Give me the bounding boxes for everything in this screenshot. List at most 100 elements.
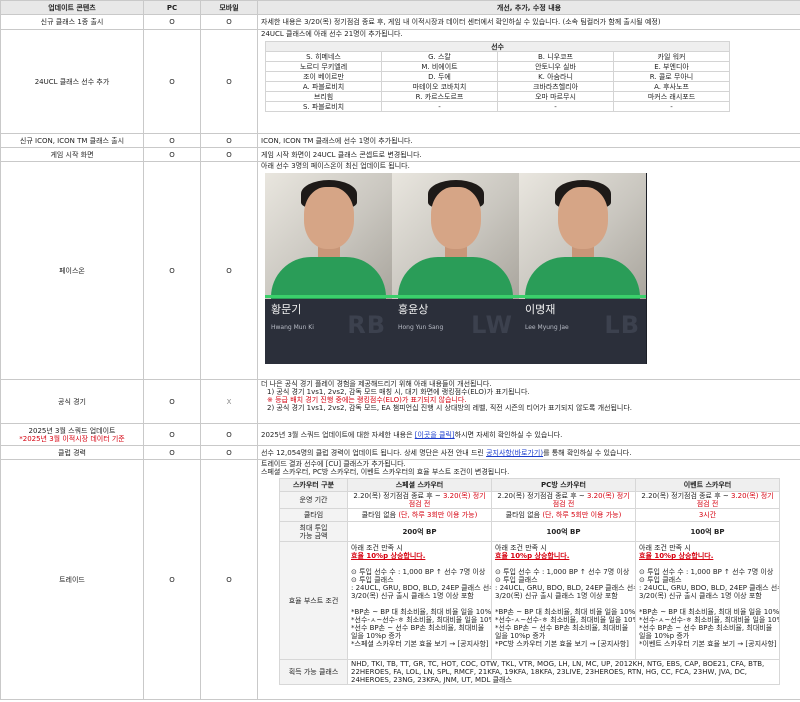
class-label: 획득 가능 클래스: [279, 659, 348, 685]
header-mobile: 모바일: [200, 0, 258, 15]
desc-text: 게임 시작 화면이 24UCL 클래스 콘셉트로 변경됩니다.: [261, 150, 422, 159]
boost-line: 3/20(목) 신규 출시 클래스 1명 이상 포함: [639, 592, 762, 600]
player-cell: A. 후사노프: [612, 81, 731, 92]
boost-line: [639, 560, 776, 568]
player-cell: G. 스칼: [381, 51, 498, 62]
row-start-screen: 게임 시작 화면 O O 게임 시작 화면이 24UCL 클래스 콘셉트로 변경…: [0, 147, 800, 162]
desc-note: ※ 등급 배치 경기 진행 중에는 랭킹점수(ELO)가 표기되지 않습니다.: [267, 396, 467, 404]
period-cell: 2.20(목) 정기점검 종료 후 ~ 3.20(목) 정기점검 전: [347, 491, 492, 509]
squad-link[interactable]: [이곳을 클릭]: [415, 431, 455, 439]
desc-line: 1) 공식 경기 1vs1, 2vs2, 감독 모드 매칭 시, 대기 화면에 …: [267, 388, 530, 396]
scouter-table: 스카우터 구분 스페셜 스카우터 PC방 스카우터 이벤트 스카우터 운영 기간…: [279, 478, 780, 685]
row-desc: 2025년 3월 스쿼드 업데이트에 대한 자세한 내용은 [이곳을 클릭]하시…: [257, 423, 800, 446]
boost-notice-link[interactable]: *이벤트 스카우터 기본 효율 보기 → [공지사항]: [639, 640, 777, 648]
boost-line: : 24UCL, GRU, BDO, BLD, 24EP 클래스 선수,: [495, 584, 636, 592]
update-notes-table: 업데이트 콘텐츠 PC 모바일 개선, 추가, 수정 내용 신규 클래스 1종 …: [0, 0, 800, 700]
row-title: 게임 시작 화면: [0, 147, 144, 162]
player-cell: S. 히메네스: [265, 51, 382, 62]
period-cell: 2.20(목) 정기점검 종료 후 ~ 3.20(목) 정기점검 전: [491, 491, 636, 509]
boost-line: ⊙ 투입 클래스: [639, 576, 682, 584]
mobile-mark: O: [200, 459, 258, 700]
boost-line: *선수-ㅅ~선수-ㅎ 최소비율, 최대비율 일을 10%p 증가: [639, 616, 779, 624]
player-card: 홍윤상 Hong Yun Sang LW: [392, 173, 519, 364]
header-pc: PC: [143, 0, 201, 15]
header-content: 업데이트 콘텐츠: [0, 0, 144, 15]
scouter-special-header: 스페셜 스카우터: [347, 478, 492, 492]
mobile-mark: O: [200, 161, 258, 380]
boost-line: 3/20(목) 신규 출시 클래스 1명 이상 포함: [495, 592, 618, 600]
desc-text: 아래 선수 3명의 페이스온이 최신 업데이트 됩니다.: [261, 162, 410, 171]
boost-line: [351, 560, 488, 568]
class-list: NHD, TKI, TB, TT, GR, TC, HOT, COC, OTW,…: [347, 659, 780, 685]
player-cell: A. 파블로비치: [265, 81, 382, 92]
row-desc: 24UCL 클래스에 아래 선수 21명이 추가됩니다. 선수 S. 히메네스 G…: [257, 29, 800, 134]
scouter-pc-header: PC방 스카우터: [491, 478, 636, 492]
boost-line: *선수-ㅅ~선수-ㅎ 최소비율, 최대비율 일을 10%p 증가: [495, 616, 635, 624]
mobile-mark: O: [200, 29, 258, 134]
boost-notice-link[interactable]: *PC방 스카우터 기본 효율 보기 → [공지사항]: [495, 640, 632, 648]
player-cell: R. 카르스도르프: [381, 91, 498, 102]
boost-line: 3/20(목) 신규 출시 클래스 1명 이상 포함: [351, 592, 474, 600]
player-row: 조이 베이르만 D. 두에 K. 아숨라니 R. 콜로 무아니: [265, 71, 731, 82]
scouter-event-header: 이벤트 스카우터: [635, 478, 780, 492]
boost-line: [495, 560, 632, 568]
player-card: 이명재 Lee Myung Jae LB: [519, 173, 646, 364]
boost-cell: 아래 조건 만족 시 효율 10%p 상승합니다. ⊙ 투입 선수 수 : 1,00…: [347, 541, 492, 660]
boost-line: *BP손 ~ BP 대 최소비율, 최대 비율 일을 10%p 증가: [351, 608, 492, 616]
boost-line: 효율 10%p 상승합니다.: [495, 552, 570, 560]
boost-line: 아래 조건 만족 시: [639, 544, 691, 552]
boost-notice-link[interactable]: *스페셜 스카우터 기본 효율 보기 → [공지사항]: [351, 640, 489, 648]
boost-cell: 아래 조건 만족 시 효율 10%p 상승합니다. ⊙ 투입 선수 수 : 1,00…: [635, 541, 780, 660]
desc-text: 24UCL 클래스에 아래 선수 21명이 추가됩니다.: [261, 30, 403, 39]
desc-text: 하시면 자세히 확인하실 수 있습니다.: [454, 430, 563, 439]
scouter-col-header: 스카우터 구분: [279, 478, 348, 492]
player-cell: B. 니우코프: [497, 51, 614, 62]
max-amount-label: 최대 투입 가능 금액: [279, 521, 348, 542]
player-row: S. 파블로비치 - - -: [265, 101, 731, 112]
row-title: 2025년 3월 스쿼드 업데이트 *2025년 3월 이적시장 데이터 기준: [0, 423, 144, 446]
pc-mark: O: [143, 14, 201, 30]
player-cell: -: [381, 101, 498, 112]
mobile-mark: X: [200, 379, 258, 424]
pc-mark: O: [143, 423, 201, 446]
player-cell: 안토니우 실바: [497, 61, 614, 72]
boost-line: *선수 BP손 ~ 선수 BP손 최소비율, 최대비율: [351, 624, 485, 632]
row-title: 페이스온: [0, 161, 144, 380]
row-title: 클럽 경력: [0, 445, 144, 460]
notice-link[interactable]: 공지사항(바로가기): [486, 449, 543, 457]
player-table: 선수 S. 히메네스 G. 스칼 B. 니우코프 카일 워커 노르디 무키엘레 M. 비에…: [264, 41, 731, 112]
max-amount-cell: 100억 BP: [491, 521, 636, 542]
desc-text: ICON, ICON TM 클래스에 선수 1명이 추가됩니다.: [261, 136, 413, 145]
row-new-class: 신규 클래스 1종 출시 O O 자세한 내용은 3/20(목) 정기점검 종료…: [0, 14, 800, 30]
desc-text: 스페셜 스카우터, PC방 스카우터, 이벤트 스카우터의 효율 부스트 조건이…: [261, 468, 510, 476]
player-cell: -: [612, 101, 731, 112]
player-cell: 노르디 무키엘레: [265, 61, 382, 72]
boost-line: 아래 조건 만족 시: [351, 544, 403, 552]
row-squad-update: 2025년 3월 스쿼드 업데이트 *2025년 3월 이적시장 데이터 기준 …: [0, 423, 800, 446]
desc-text: 를 통해 확인하실 수 있습니다.: [543, 448, 632, 457]
player-cell: 크바라츠헬리아: [497, 81, 614, 92]
row-title: 트레이드: [0, 459, 144, 700]
desc-line: 더 나은 공식 경기 플레이 경험을 제공해드리기 위해 아래 내용들이 개선됩…: [261, 380, 492, 389]
jersey-shape: [271, 257, 386, 299]
boost-line: *선수 BP손 ~ 선수 BP손 최소비율, 최대비율: [495, 624, 629, 632]
pc-mark: O: [143, 161, 201, 380]
player-position: LW: [471, 311, 513, 339]
cooltime-label: 쿨타임: [279, 508, 348, 522]
pc-mark: O: [143, 147, 201, 162]
pc-mark: O: [143, 445, 201, 460]
player-cell: R. 콜로 무아니: [612, 71, 731, 82]
row-title: 신규 ICON, ICON TM 클래스 출시: [0, 133, 144, 148]
player-cell: 마커스 래시포드: [612, 91, 731, 102]
mobile-mark: O: [200, 147, 258, 162]
row-faceon: 페이스온 O O 아래 선수 3명의 페이스온이 최신 업데이트 됩니다. 황문…: [0, 161, 800, 380]
player-cell: D. 두에: [381, 71, 498, 82]
player-cell: 마테이오 코바치치: [381, 81, 498, 92]
desc-text: 2025년 3월 스쿼드 업데이트에 대한 자세한 내용은: [261, 430, 415, 439]
player-cell: 카일 워커: [612, 51, 731, 62]
player-position: RB: [347, 311, 386, 339]
player-cell: -: [497, 101, 614, 112]
boost-line: [351, 600, 488, 608]
boost-line: 효율 10%p 상승합니다.: [351, 552, 426, 560]
boost-line: *BP손 ~ BP 대 최소비율, 최대 비율 일을 10%p 증가: [639, 608, 780, 616]
